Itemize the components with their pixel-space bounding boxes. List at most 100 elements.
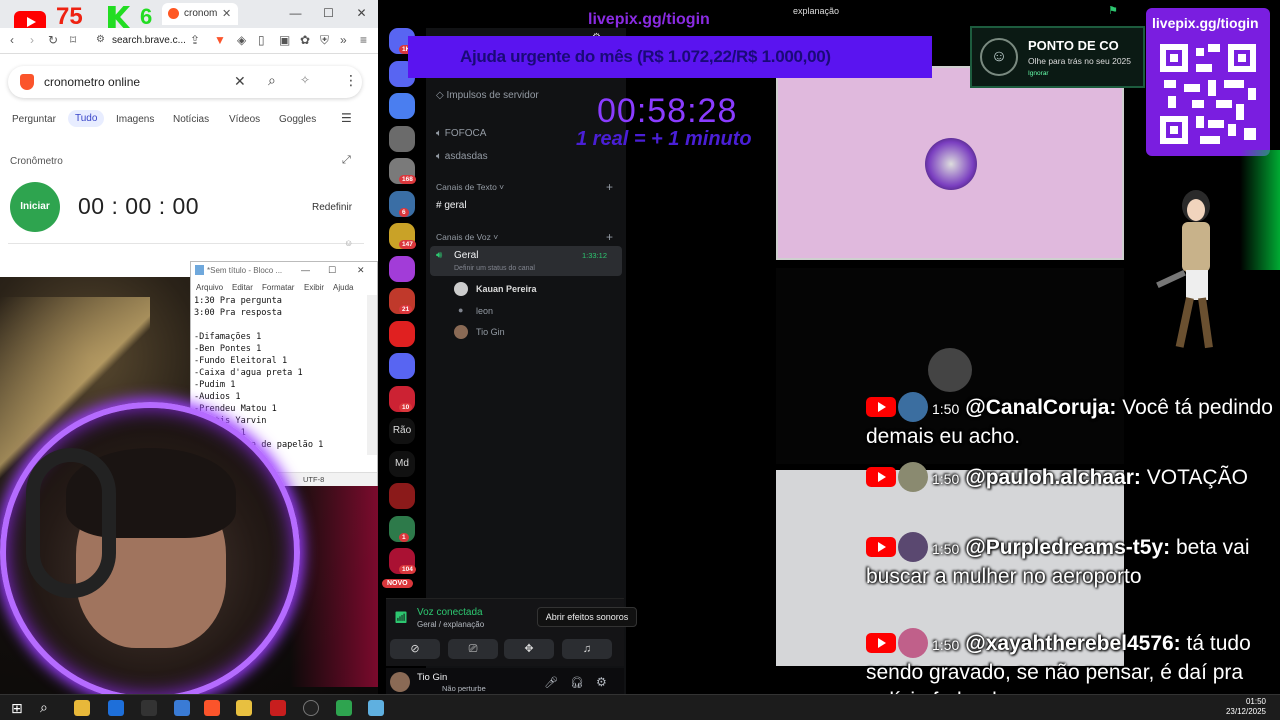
menu-icon[interactable]: ≡ [360, 33, 367, 47]
wallet-icon[interactable]: ▣ [279, 33, 290, 47]
server-icon[interactable] [389, 93, 415, 119]
server-icon[interactable]: 1 [389, 515, 415, 542]
add-channel-icon[interactable]: + [606, 180, 613, 194]
bookmark-icon[interactable]: ⌑ [70, 33, 76, 47]
server-icon[interactable] [389, 255, 415, 282]
sidebar-icon[interactable]: ▯ [258, 33, 265, 47]
notepad-icon[interactable] [368, 700, 384, 716]
server-icon[interactable]: 6 [389, 190, 415, 217]
voice-member[interactable]: Tio Gin [476, 327, 505, 337]
maximize-icon[interactable]: ☐ [328, 265, 336, 276]
vpn-icon[interactable]: ⛨ [320, 33, 329, 48]
menu-editar[interactable]: Editar [232, 283, 253, 292]
search-icon[interactable]: ⌕ [40, 699, 48, 716]
server-icon[interactable] [389, 483, 415, 509]
screen-share-button[interactable]: ⎚ [448, 639, 498, 659]
file-explorer-icon[interactable] [74, 700, 90, 716]
microphone-icon[interactable]: 🎤︎ [544, 676, 558, 689]
app-icon[interactable] [108, 700, 124, 716]
expand-icon[interactable]: ⤢ [342, 154, 351, 167]
server-icon[interactable]: 147 [389, 223, 416, 249]
menu-ajuda[interactable]: Ajuda [333, 283, 353, 292]
search-icon[interactable]: ⌕ [268, 72, 276, 89]
stream-tile-pink[interactable] [776, 66, 1124, 260]
address-bar[interactable]: ⚙ search.brave.c... [92, 32, 202, 50]
donation-goal-text: Ajuda urgente do mês (R$ 1.072,22/R$ 1.0… [460, 47, 831, 66]
channel-fofoca[interactable]: 🔈︎ FOFOCA [436, 128, 486, 139]
brave-shields-icon[interactable]: ▼ [214, 33, 226, 47]
start-button[interactable]: Iniciar [10, 182, 60, 232]
system-clock[interactable]: 01:50 23/12/2025 [1226, 697, 1266, 717]
voice-status-hint[interactable]: Definir um status do canal [454, 265, 535, 272]
soundboard-button[interactable]: ♫ [562, 639, 612, 659]
server-icon[interactable] [389, 125, 415, 152]
tab-videos[interactable]: Vídeos [229, 114, 260, 125]
avatar[interactable] [390, 672, 410, 692]
ai-sparkle-icon[interactable]: ✧ [300, 73, 310, 87]
server-icon[interactable]: 10 [389, 385, 415, 412]
share-icon[interactable]: ⇪ [190, 33, 200, 47]
headphones-icon[interactable]: 🎧︎ [570, 676, 584, 689]
voicemeeter-icon[interactable] [270, 700, 286, 716]
server-icon[interactable]: 168 [389, 158, 416, 184]
search-box[interactable]: cronometro online ✕ ⌕ ✧ ⋮ [8, 66, 362, 98]
server-icon[interactable] [389, 353, 415, 379]
reload-icon[interactable]: ↻ [48, 33, 58, 47]
back-icon[interactable]: ‹ [10, 33, 14, 47]
server-icon[interactable]: 21 [389, 288, 415, 314]
server-icon[interactable]: 104 [389, 548, 416, 574]
activities-button[interactable]: ✥ [504, 639, 554, 659]
menu-exibir[interactable]: Exibir [304, 283, 324, 292]
more-tabs-icon[interactable]: » [340, 33, 347, 47]
feedback-icon[interactable]: ☺ [344, 238, 353, 248]
voice-member[interactable]: Kauan Pereira [476, 284, 537, 294]
voice-location[interactable]: Geral / explanação [417, 620, 484, 629]
windows-start-icon[interactable]: ⊞ [11, 700, 23, 717]
server-icon-text[interactable]: Md [389, 450, 415, 477]
notification-ignore[interactable]: Ignorar [1028, 70, 1049, 77]
close-tab-icon[interactable]: ✕ [222, 7, 231, 20]
camera-off-button[interactable]: ⊘ [390, 639, 440, 659]
app-icon[interactable] [336, 700, 352, 716]
extension-icon[interactable]: ◈ [237, 33, 246, 47]
flag-icon[interactable]: ⚑ [1108, 4, 1118, 17]
settings-icon[interactable]: ⚙ [596, 675, 607, 689]
filter-icon[interactable]: ☰ [341, 111, 352, 125]
tab-goggles[interactable]: Goggles [279, 114, 316, 125]
obs-icon[interactable] [303, 700, 319, 716]
more-options-icon[interactable]: ⋮ [344, 72, 358, 89]
reset-button[interactable]: Redefinir [312, 202, 352, 213]
server-icon-text[interactable]: Rão [389, 418, 415, 444]
maximize-icon[interactable]: ☐ [312, 0, 345, 28]
tab-perguntar[interactable]: Perguntar [12, 114, 56, 125]
channel-geral-voice[interactable]: 🔊︎ Geral 1:33:12 Definir um status do ca… [430, 246, 622, 276]
discord-notification[interactable]: ☺ PONTO DE CO Olhe para trás no seu 2025… [970, 26, 1145, 88]
close-icon[interactable]: ✕ [357, 265, 365, 276]
server-icon[interactable] [389, 320, 415, 347]
tab-tudo[interactable]: Tudo [68, 110, 105, 127]
notepad-scrollbar[interactable] [367, 295, 377, 455]
add-channel-icon[interactable]: + [606, 230, 613, 244]
search-input[interactable]: cronometro online [44, 75, 140, 89]
tab-imagens[interactable]: Imagens [116, 114, 154, 125]
channel-geral-text[interactable]: # geral [436, 200, 467, 211]
app-icon[interactable] [141, 700, 157, 716]
channel-server-boosts[interactable]: ◇ Impulsos de servidor [436, 90, 539, 101]
category-text-channels[interactable]: Canais de Texto ˅ [436, 182, 504, 192]
brave-icon[interactable] [204, 700, 220, 716]
app-icon[interactable] [174, 700, 190, 716]
tab-noticias[interactable]: Notícias [173, 114, 209, 125]
minimize-icon[interactable]: — [279, 0, 312, 28]
close-icon[interactable]: ✕ [345, 0, 378, 28]
category-voice-channels[interactable]: Canais de Voz ˅ [436, 232, 498, 242]
app-icon[interactable] [236, 700, 252, 716]
browser-tab-active[interactable]: cronom ✕ [162, 3, 238, 25]
clear-search-icon[interactable]: ✕ [234, 73, 246, 90]
minimize-icon[interactable]: — [301, 265, 310, 275]
extension-icon[interactable]: ✿ [300, 33, 310, 47]
menu-arquivo[interactable]: Arquivo [196, 283, 223, 292]
menu-formatar[interactable]: Formatar [262, 283, 294, 292]
forward-icon[interactable]: › [30, 33, 34, 47]
voice-member[interactable]: leon [476, 306, 493, 316]
channel-asdasdas[interactable]: 🔈︎ asdasdas [436, 151, 488, 162]
